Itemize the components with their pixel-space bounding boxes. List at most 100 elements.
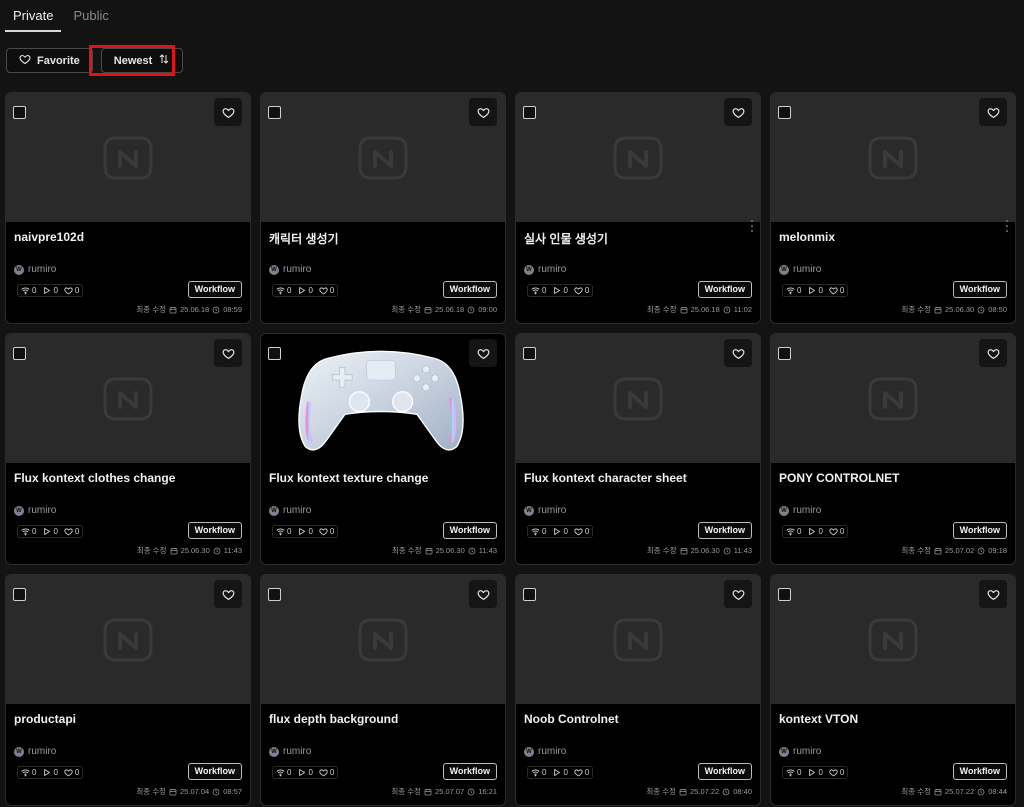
- modified-label: 최종 수정: [901, 787, 932, 796]
- play-icon: [809, 287, 816, 294]
- workflow-card-1[interactable]: naivpre102d W rumiro 0 0 0 Workflow 최종 수…: [5, 92, 251, 324]
- select-checkbox[interactable]: [523, 347, 536, 360]
- workflow-card-8[interactable]: PONY CONTROLNET W rumiro 0 0 0 Workflow …: [770, 333, 1016, 565]
- workflow-card-12[interactable]: kontext VTON W rumiro 0 0 0 Workflow 최종 …: [770, 574, 1016, 806]
- favorite-button[interactable]: [469, 98, 497, 126]
- select-checkbox[interactable]: [523, 106, 536, 119]
- avatar: W: [14, 505, 24, 516]
- tab-public[interactable]: Public: [65, 0, 116, 30]
- wifi-icon: [786, 769, 795, 777]
- modified-date: 25.06.18: [180, 305, 210, 314]
- likes-count: 0: [329, 527, 335, 536]
- select-checkbox[interactable]: [268, 106, 281, 119]
- select-checkbox[interactable]: [778, 347, 791, 360]
- workflow-card-5[interactable]: Flux kontext clothes change W rumiro 0 0…: [5, 333, 251, 565]
- modified-date: 25.06.18: [690, 305, 720, 314]
- more-options-icon[interactable]: [1004, 220, 1010, 232]
- select-checkbox[interactable]: [13, 106, 26, 119]
- runs-stat: 0: [297, 768, 313, 777]
- views-count: 0: [797, 286, 802, 295]
- favorite-button[interactable]: [214, 98, 242, 126]
- views-stat: 0: [276, 527, 291, 536]
- runs-stat: 0: [297, 286, 313, 295]
- wifi-icon: [276, 769, 285, 777]
- placeholder-logo-icon: [358, 618, 408, 661]
- favorite-button[interactable]: [979, 339, 1007, 367]
- likes-stat: 0: [829, 286, 844, 295]
- favorite-button[interactable]: [724, 339, 752, 367]
- favorite-button[interactable]: [979, 98, 1007, 126]
- heart-icon: [222, 348, 234, 359]
- workflow-card-3[interactable]: 실사 인물 생성기 W rumiro 0 0 0 Workflow 최종 수정 …: [515, 92, 761, 324]
- select-checkbox[interactable]: [778, 106, 791, 119]
- views-count: 0: [287, 527, 292, 536]
- favorite-button[interactable]: [979, 580, 1007, 608]
- views-count: 0: [542, 527, 547, 536]
- select-checkbox[interactable]: [523, 588, 536, 601]
- modified-meta: 최종 수정 25.07.04 08:57: [136, 786, 242, 797]
- card-stats: 0 0 0: [782, 284, 849, 297]
- favorite-button[interactable]: [214, 339, 242, 367]
- clock-icon: [723, 306, 731, 313]
- select-checkbox[interactable]: [268, 347, 281, 360]
- clock-icon: [723, 547, 731, 554]
- sort-button[interactable]: Newest: [100, 48, 184, 73]
- favorite-button[interactable]: [469, 339, 497, 367]
- wifi-icon: [21, 287, 30, 295]
- select-checkbox[interactable]: [13, 588, 26, 601]
- workflow-card-11[interactable]: Noob Controlnet W rumiro 0 0 0 Workflow …: [515, 574, 761, 806]
- calendar-icon: [680, 306, 687, 313]
- workflow-card-10[interactable]: flux depth background W rumiro 0 0 0 Wor…: [260, 574, 506, 806]
- favorite-button[interactable]: [469, 580, 497, 608]
- calendar-icon: [424, 788, 432, 795]
- workflow-badge: Workflow: [442, 522, 497, 539]
- runs-count: 0: [308, 527, 313, 536]
- workflow-card-9[interactable]: productapi W rumiro 0 0 0 Workflow 최종 수정…: [5, 574, 251, 806]
- play-icon: [554, 769, 561, 776]
- modified-date: 25.07.22: [690, 787, 720, 796]
- modified-date: 25.07.22: [945, 787, 975, 796]
- heart-icon: [829, 287, 838, 295]
- workflow-card-6[interactable]: Flux kontext texture change W rumiro 0 0…: [260, 333, 506, 565]
- avatar: W: [14, 746, 24, 757]
- workflow-card-7[interactable]: Flux kontext character sheet W rumiro 0 …: [515, 333, 761, 565]
- more-options-icon[interactable]: [749, 220, 755, 232]
- workflow-card-2[interactable]: 캐릭터 생성기 W rumiro 0 0 0 Workflow 최종 수정 25…: [260, 92, 506, 324]
- runs-count: 0: [53, 768, 58, 777]
- modified-date: 25.06.18: [435, 305, 465, 314]
- modified-time: 09:00: [478, 305, 497, 314]
- card-stats: 0 0 0: [527, 284, 594, 297]
- views-stat: 0: [21, 286, 36, 295]
- select-checkbox[interactable]: [13, 347, 26, 360]
- likes-count: 0: [839, 286, 845, 295]
- card-author: W rumiro: [269, 746, 311, 757]
- heart-icon: [574, 769, 583, 777]
- select-checkbox[interactable]: [778, 588, 791, 601]
- workflow-badge: Workflow: [952, 281, 1007, 298]
- favorite-button[interactable]: [724, 98, 752, 126]
- runs-count: 0: [308, 768, 313, 777]
- heart-icon: [829, 769, 838, 777]
- favorite-button[interactable]: [724, 580, 752, 608]
- avatar: W: [524, 746, 534, 757]
- runs-count: 0: [818, 527, 823, 536]
- favorite-button[interactable]: [214, 580, 242, 608]
- placeholder-logo-icon: [358, 136, 408, 179]
- modified-time: 08:44: [988, 787, 1007, 796]
- author-name: rumiro: [793, 505, 822, 516]
- calendar-icon: [679, 788, 687, 795]
- select-checkbox[interactable]: [268, 588, 281, 601]
- wifi-icon: [21, 769, 30, 777]
- modified-meta: 최종 수정 25.07.22 08:44: [901, 786, 1007, 797]
- favorite-filter-button[interactable]: Favorite: [6, 48, 93, 73]
- modified-label: 최종 수정: [901, 546, 932, 555]
- tab-private[interactable]: Private: [5, 0, 62, 32]
- modified-label: 최종 수정: [391, 305, 422, 314]
- views-count: 0: [32, 768, 37, 777]
- author-name: rumiro: [28, 746, 57, 757]
- heart-icon: [319, 769, 328, 777]
- workflow-badge: Workflow: [952, 763, 1007, 780]
- wifi-icon: [786, 528, 795, 536]
- card-title: melonmix: [779, 230, 836, 244]
- workflow-card-4[interactable]: melonmix W rumiro 0 0 0 Workflow 최종 수정 2…: [770, 92, 1016, 324]
